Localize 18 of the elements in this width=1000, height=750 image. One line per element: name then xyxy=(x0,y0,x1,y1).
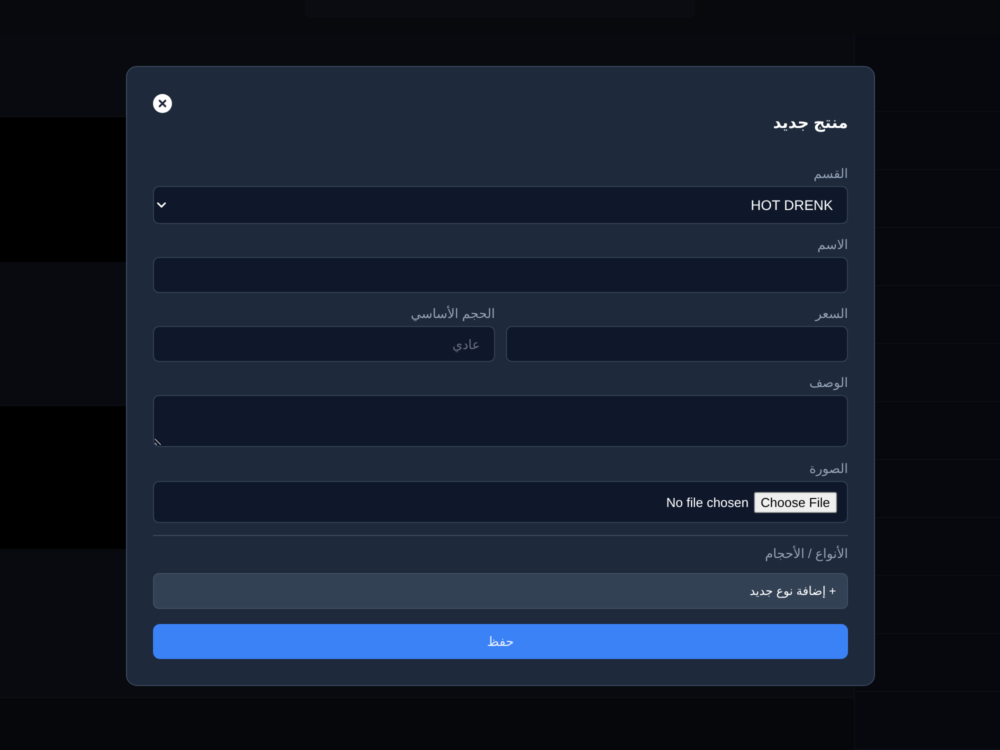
file-status-text: No file chosen xyxy=(666,494,749,510)
dialog-title: منتج جديد xyxy=(773,114,848,134)
field-label: الوصف xyxy=(809,374,848,392)
add-variant-button[interactable]: + إضافة نوع جديد xyxy=(153,573,848,609)
field-label: السعر xyxy=(815,305,848,323)
base-size-input[interactable]: عادي xyxy=(153,326,495,362)
section-label: الأنواع / الأحجام xyxy=(764,545,848,563)
description-textarea[interactable] xyxy=(153,395,848,447)
field-label: الصورة xyxy=(809,460,848,478)
price-input[interactable] xyxy=(506,326,848,362)
close-button[interactable] xyxy=(153,94,172,113)
close-icon xyxy=(153,94,172,113)
field-label: القسم xyxy=(814,165,848,183)
category-select[interactable]: HOT DRENK xyxy=(153,186,848,224)
name-input[interactable] xyxy=(153,257,848,293)
chevron-down-icon xyxy=(157,202,166,208)
field-label: الحجم الأساسي xyxy=(410,305,495,323)
field-label: الاسم xyxy=(817,236,848,254)
